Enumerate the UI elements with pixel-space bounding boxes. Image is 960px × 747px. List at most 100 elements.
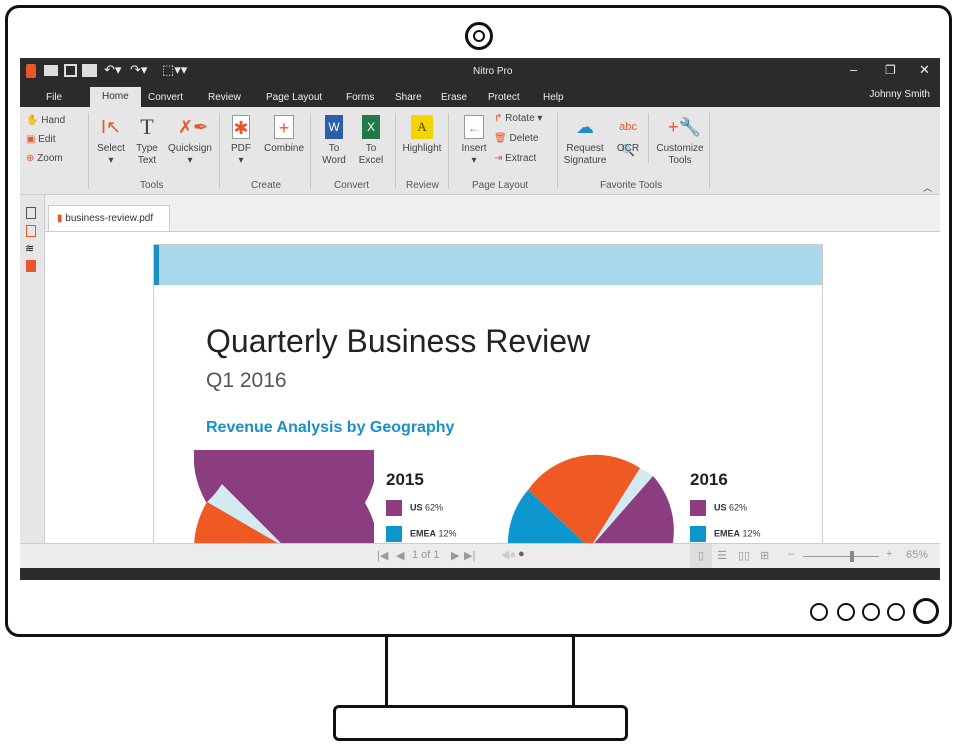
- insert-button[interactable]: ← Insert ▾: [458, 115, 490, 167]
- single-page-view-button[interactable]: ▯: [690, 544, 712, 568]
- highlight-button[interactable]: A Highlight: [400, 115, 444, 155]
- monitor-stand-base: [333, 705, 628, 741]
- tab-forms[interactable]: Forms: [338, 89, 382, 107]
- extract-icon: ⇥: [494, 153, 503, 164]
- to-word-button[interactable]: W To Word: [318, 115, 350, 167]
- pie-chart-2016: [508, 454, 674, 543]
- restore-button[interactable]: ❐: [885, 63, 896, 77]
- forward-view-button[interactable]: ●: [518, 548, 525, 560]
- quicksign-icon: ✗✒: [178, 117, 209, 137]
- customize-tools-icon: +🔧: [668, 117, 701, 137]
- rotate-button[interactable]: ↱ Rotate ▾: [494, 113, 542, 125]
- zoom-level: 65%: [906, 549, 929, 561]
- create-pdf-button[interactable]: ✱ PDF ▾: [226, 115, 256, 167]
- title-bar: ↶▾ ↷▾ ⬚▾▾ Nitro Pro – ❐ ✕: [20, 58, 940, 85]
- page-indicator[interactable]: 1 of 1: [412, 549, 440, 561]
- quicksign-button[interactable]: ✗✒ Quicksign ▾: [166, 115, 214, 167]
- group-label-convert: Convert: [334, 180, 370, 191]
- select-tool-icon[interactable]: ⬚▾▾: [162, 62, 187, 78]
- search-panel-icon[interactable]: [26, 225, 36, 237]
- hand-icon: ✋: [26, 115, 39, 126]
- document-subtitle: Q1 2016: [206, 369, 287, 392]
- delete-button[interactable]: 🗑 Delete: [494, 133, 538, 145]
- legend-swatch-us: [386, 500, 402, 516]
- monitor-stand-neck: [385, 637, 575, 707]
- layers-panel-icon[interactable]: ≋: [25, 242, 34, 255]
- pdf-file-icon: ▮: [57, 213, 63, 224]
- type-text-icon: T: [140, 114, 154, 139]
- back-view-button[interactable]: ◀●: [501, 548, 516, 561]
- window-title: Nitro Pro: [473, 66, 513, 77]
- delete-icon: 🗑: [494, 133, 507, 144]
- pdf-icon: ✱: [232, 115, 250, 139]
- power-button: [913, 598, 939, 624]
- legend-2015: 2015 US 62% EMEA 12%: [386, 470, 457, 542]
- select-button[interactable]: I↖ Select ▾: [94, 115, 128, 167]
- pages-panel-icon[interactable]: [26, 207, 36, 219]
- open-icon[interactable]: [44, 65, 58, 76]
- monitor-button: [862, 603, 880, 621]
- continuous-view-button[interactable]: ☰: [717, 549, 727, 562]
- pdf-page: Quarterly Business Review Q1 2016 Revenu…: [153, 244, 823, 544]
- legend-swatch-emea: [690, 526, 706, 542]
- bookmarks-panel-icon[interactable]: [26, 260, 36, 272]
- tab-share[interactable]: Share: [387, 89, 430, 107]
- webcam-icon: [465, 22, 493, 50]
- tab-protect[interactable]: Protect: [480, 89, 528, 107]
- request-signature-icon: ☁: [576, 117, 594, 137]
- redo-icon[interactable]: ↷▾: [130, 62, 147, 78]
- legend-year: 2016: [690, 470, 728, 489]
- legend-swatch-emea: [386, 526, 402, 542]
- customize-tools-button[interactable]: +🔧 Customize Tools: [654, 115, 706, 167]
- save-icon[interactable]: [64, 64, 77, 77]
- prev-page-button[interactable]: ◀: [396, 549, 404, 562]
- app-window: ↶▾ ↷▾ ⬚▾▾ Nitro Pro – ❐ ✕ File Home Conv…: [20, 58, 940, 580]
- last-page-button[interactable]: ▶|: [464, 549, 475, 562]
- word-icon: W: [325, 115, 343, 139]
- edit-icon: ▣: [26, 134, 36, 145]
- minimize-button[interactable]: –: [850, 62, 857, 77]
- document-tab[interactable]: ▮ business-review.pdf: [48, 205, 170, 231]
- first-page-button[interactable]: |◀: [377, 549, 388, 562]
- zoom-icon: ⊕: [26, 153, 35, 164]
- tab-erase[interactable]: Erase: [433, 89, 475, 107]
- tab-file[interactable]: File: [38, 89, 70, 107]
- user-name[interactable]: Johnny Smith: [869, 89, 930, 100]
- next-page-button[interactable]: ▶: [451, 549, 459, 562]
- type-text-button[interactable]: T Type Text: [132, 115, 162, 167]
- tab-help[interactable]: Help: [535, 89, 572, 107]
- group-label-favorite-tools: Favorite Tools: [600, 180, 663, 191]
- print-icon[interactable]: [82, 64, 97, 77]
- ocr-button[interactable]: abc🔍 OCR: [614, 115, 642, 157]
- zoom-out-button[interactable]: –: [788, 548, 794, 560]
- zoom-slider-thumb[interactable]: [850, 551, 855, 562]
- facing-view-button[interactable]: ▯▯: [738, 549, 750, 562]
- undo-icon[interactable]: ↶▾: [104, 62, 121, 78]
- tab-convert[interactable]: Convert: [140, 89, 191, 107]
- legend-2016: 2016 US 62% EMEA 12%: [690, 470, 761, 542]
- close-button[interactable]: ✕: [919, 62, 930, 78]
- tab-page-layout[interactable]: Page Layout: [258, 89, 330, 107]
- to-excel-button[interactable]: X To Excel: [354, 115, 388, 167]
- collapse-ribbon-icon[interactable]: ︿: [923, 181, 932, 194]
- combine-button[interactable]: + Combine: [262, 115, 306, 155]
- document-area: ≋ ▮ business-review.pdf Quarterly Busine…: [20, 195, 940, 544]
- monitor-button: [810, 603, 828, 621]
- edit-button[interactable]: ▣ Edit: [26, 134, 55, 146]
- zoom-in-button[interactable]: +: [886, 548, 892, 560]
- excel-icon: X: [362, 115, 380, 139]
- zoom-button[interactable]: ⊕ Zoom: [26, 153, 63, 165]
- nitro-logo-icon: [26, 64, 36, 78]
- side-panel: ≋: [20, 195, 45, 543]
- pie-chart-2015: [194, 450, 374, 543]
- request-signature-button[interactable]: ☁ Request Signature: [562, 115, 608, 167]
- ribbon: ✋ Hand ▣ Edit ⊕ Zoom I↖ Select ▾ T Type Text…: [20, 107, 940, 195]
- tab-review[interactable]: Review: [200, 89, 249, 107]
- tab-home[interactable]: Home: [90, 87, 141, 107]
- zoom-slider[interactable]: [803, 551, 879, 562]
- rotate-icon: ↱: [494, 113, 503, 124]
- combine-icon: +: [274, 115, 294, 139]
- extract-button[interactable]: ⇥ Extract: [494, 153, 536, 165]
- grid-view-button[interactable]: ⊞: [760, 549, 769, 562]
- hand-button[interactable]: ✋ Hand: [26, 115, 65, 127]
